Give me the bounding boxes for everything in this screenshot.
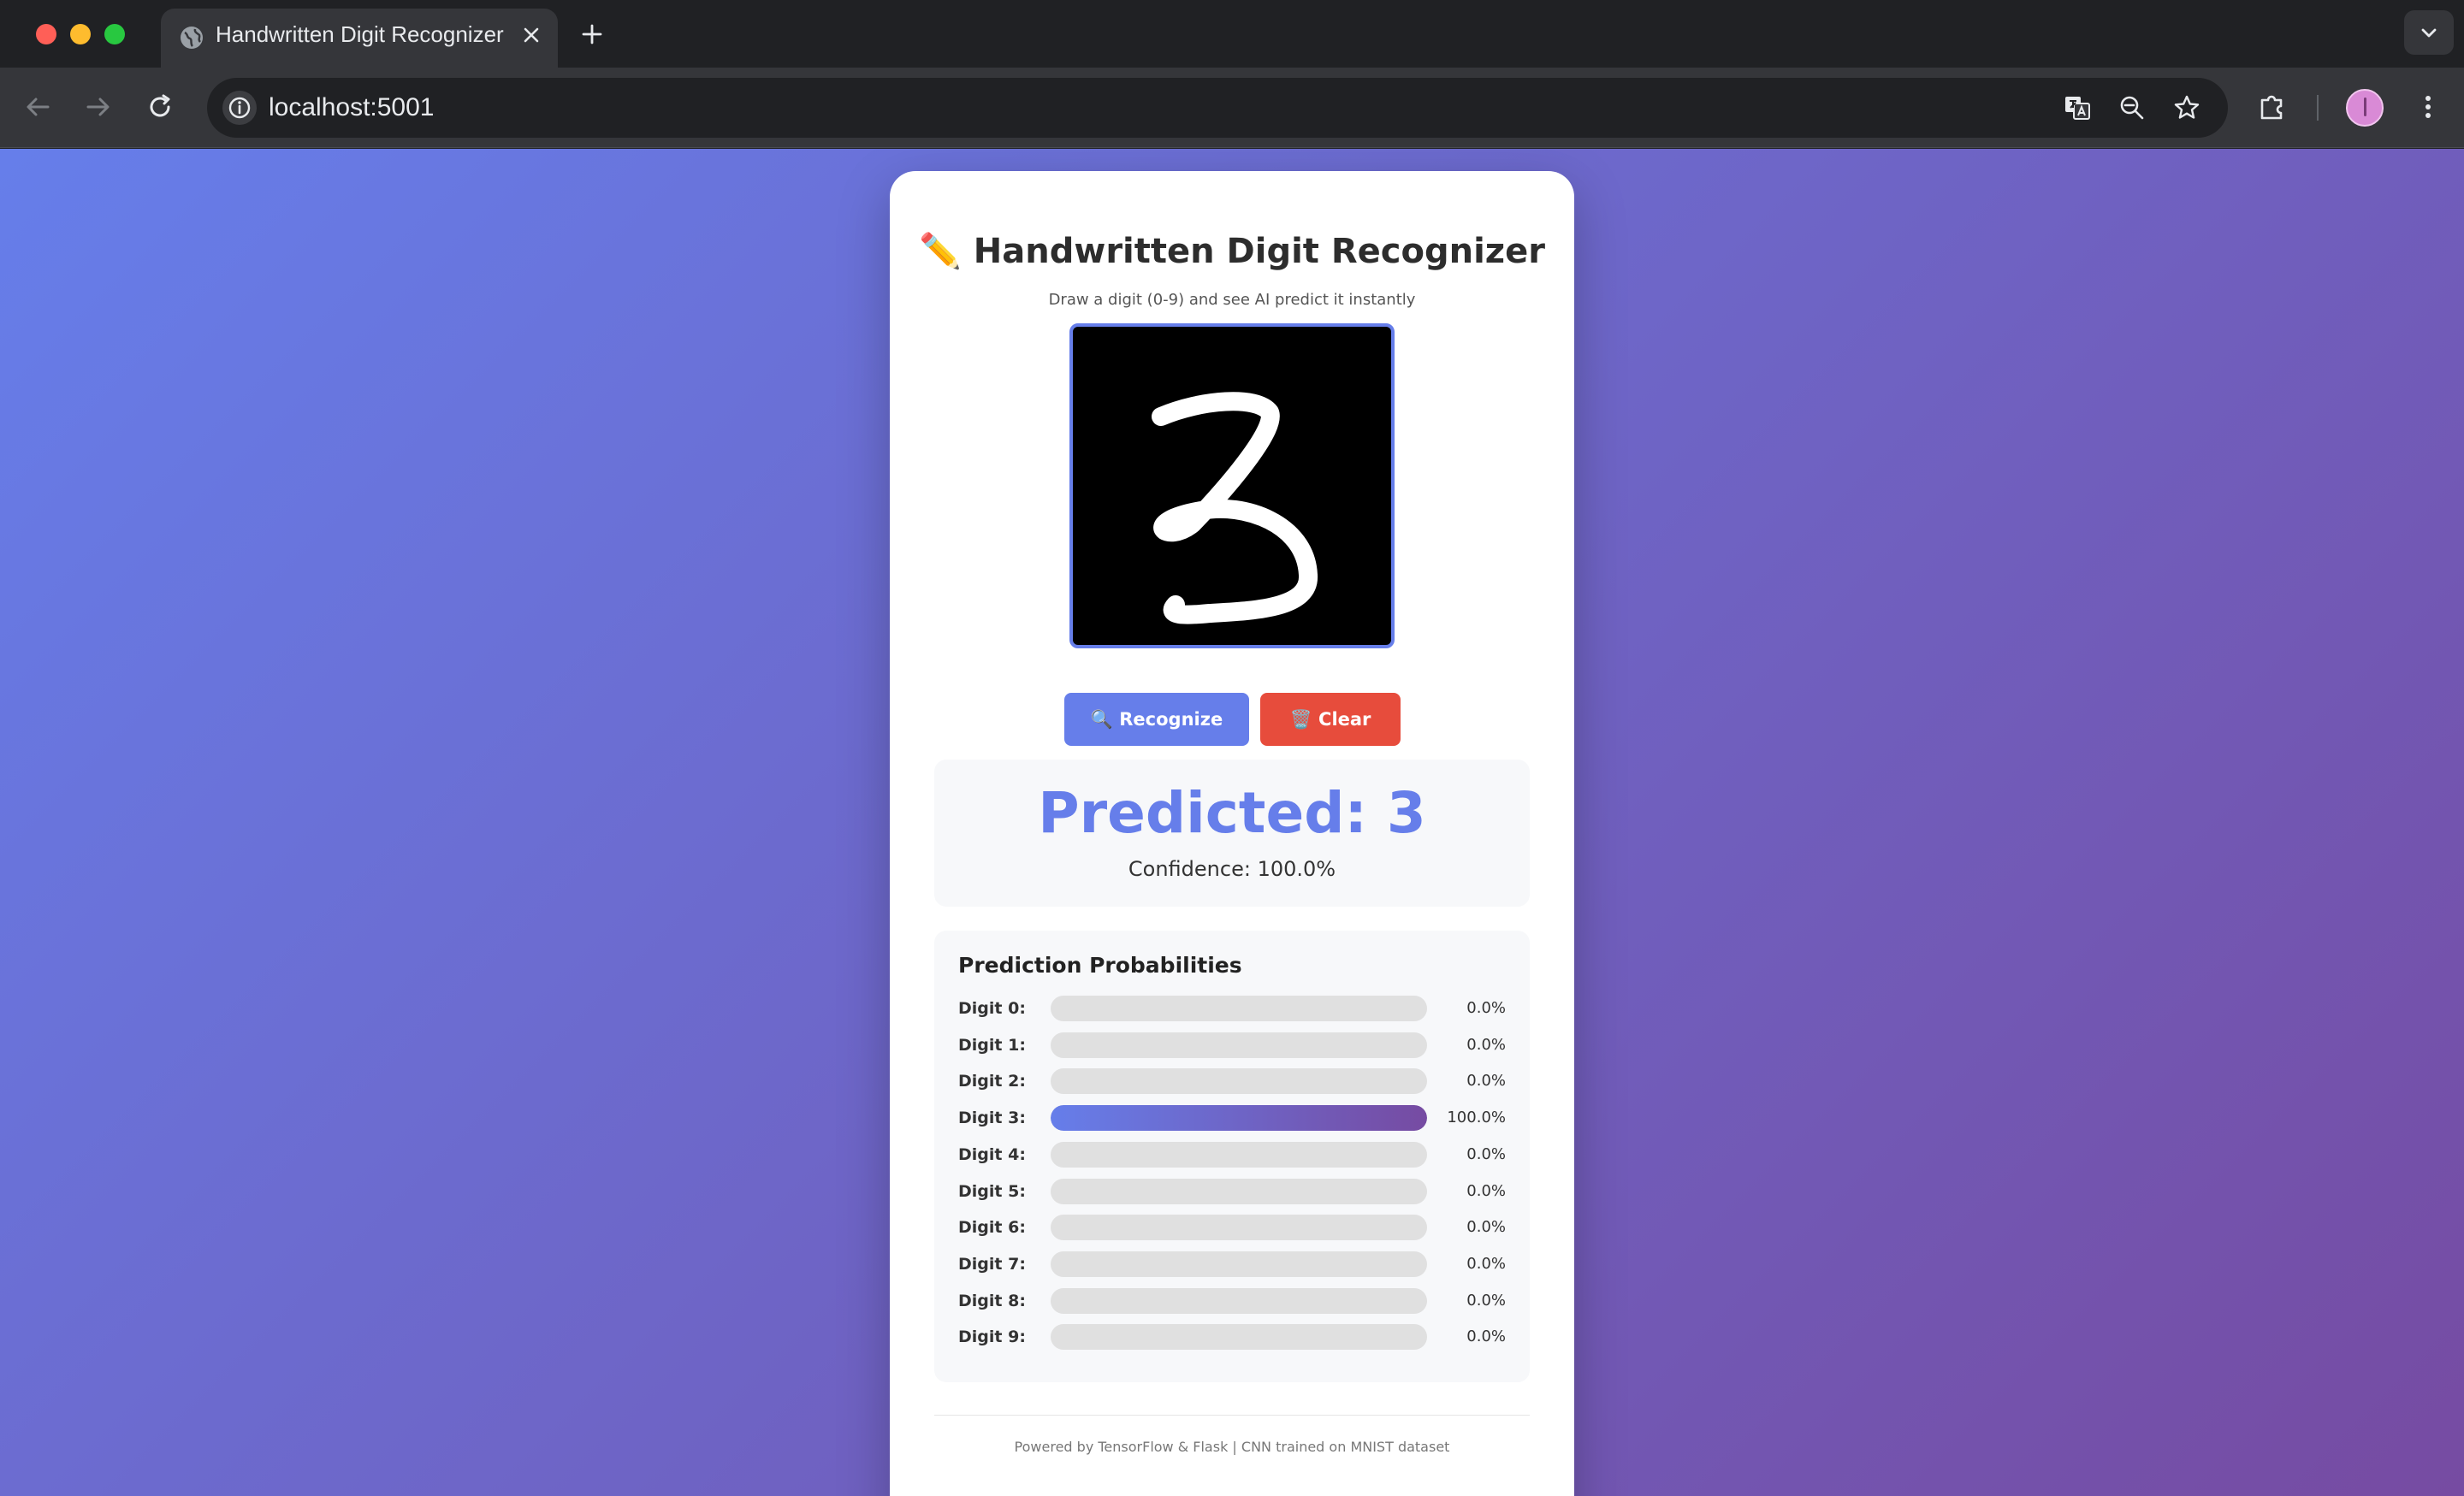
probability-label: Digit 1: [958, 1035, 1026, 1055]
prediction-result: Predicted: 3 Confidence: 100.0% [934, 760, 1530, 907]
close-icon[interactable] [517, 21, 546, 50]
probability-bar [1051, 1251, 1427, 1277]
probability-value: 100.0% [1447, 1109, 1506, 1127]
menu-dots-icon[interactable] [2411, 90, 2445, 124]
probability-label: Digit 5: [958, 1181, 1026, 1201]
probability-value: 0.0% [1466, 999, 1506, 1017]
probability-label: Digit 3: [958, 1109, 1026, 1128]
probability-row: Digit 1: 0.0% [958, 1031, 1506, 1060]
probability-row: Digit 4: 0.0% [958, 1140, 1506, 1169]
tab-title: Handwritten Digit Recognizer [216, 21, 504, 47]
page-viewport: ✏️ Handwritten Digit Recognizer Draw a d… [0, 149, 2464, 1496]
probability-label: Digit 6: [958, 1218, 1026, 1238]
app-card: ✏️ Handwritten Digit Recognizer Draw a d… [890, 171, 1574, 1496]
browser-tab[interactable]: Handwritten Digit Recognizer [161, 9, 558, 68]
profile-avatar[interactable] [2346, 89, 2384, 127]
page-subtitle: Draw a digit (0-9) and see AI predict it… [1048, 291, 1416, 309]
probability-row: Digit 6: 0.0% [958, 1213, 1506, 1242]
star-icon[interactable] [2171, 92, 2202, 123]
translate-icon[interactable] [2062, 92, 2093, 123]
window-close-button[interactable] [36, 24, 56, 44]
probability-value: 0.0% [1466, 1072, 1506, 1091]
probability-value: 0.0% [1466, 1327, 1506, 1346]
footer-text: Powered by TensorFlow & Flask | CNN trai… [1014, 1439, 1450, 1455]
probability-bar [1051, 1178, 1427, 1204]
probability-bar [1051, 1105, 1427, 1132]
clear-button[interactable]: 🗑️ Clear [1260, 693, 1401, 746]
probability-bar [1051, 1032, 1427, 1058]
probability-value: 0.0% [1466, 1035, 1506, 1054]
probability-label: Digit 0: [958, 999, 1026, 1018]
probability-row: Digit 9: 0.0% [958, 1322, 1506, 1351]
probability-label: Digit 8: [958, 1291, 1026, 1310]
footer-divider [934, 1415, 1530, 1416]
toolbar-separator [2317, 95, 2319, 121]
probabilities-title: Prediction Probabilities [958, 953, 1242, 978]
probability-value: 0.0% [1466, 1181, 1506, 1200]
probability-value: 0.0% [1466, 1144, 1506, 1163]
zoom-icon[interactable] [2117, 92, 2147, 123]
probability-bar [1051, 1324, 1427, 1351]
back-arrow-icon[interactable] [21, 90, 55, 124]
window-minimize-button[interactable] [70, 24, 91, 44]
drawn-digit-stroke [1152, 392, 1318, 624]
probability-row: Digit 8: 0.0% [958, 1286, 1506, 1316]
page-title: ✏️ Handwritten Digit Recognizer [919, 232, 1545, 271]
probability-bar [1051, 1141, 1427, 1168]
probability-bar [1051, 996, 1427, 1021]
probability-row: Digit 3: 100.0% [958, 1103, 1506, 1132]
probability-label: Digit 7: [958, 1254, 1026, 1274]
probabilities-panel: Prediction Probabilities Digit 0: 0.0% Dig… [934, 931, 1530, 1382]
probability-label: Digit 2: [958, 1072, 1026, 1091]
probability-row: Digit 5: 0.0% [958, 1177, 1506, 1206]
probability-bar [1051, 1068, 1427, 1095]
plus-icon[interactable] [577, 19, 607, 50]
window-maximize-button[interactable] [104, 24, 125, 44]
probability-value: 0.0% [1466, 1254, 1506, 1273]
recognize-button[interactable]: 🔍 Recognize [1064, 693, 1249, 746]
reload-icon[interactable] [143, 90, 177, 124]
forward-arrow-icon[interactable] [81, 90, 116, 124]
confidence-text: Confidence: 100.0% [1128, 857, 1336, 881]
probability-row: Digit 2: 0.0% [958, 1067, 1506, 1096]
probability-label: Digit 4: [958, 1144, 1026, 1164]
browser-toolbar: localhost:5001 [0, 68, 2464, 148]
extensions-icon[interactable] [2255, 90, 2289, 124]
probability-label: Digit 9: [958, 1327, 1026, 1347]
globe-icon [181, 27, 203, 49]
probability-row: Digit 0: 0.0% [958, 994, 1506, 1023]
probability-bar-fill [1051, 1105, 1427, 1132]
predicted-digit: Predicted: 3 [1038, 780, 1426, 846]
probability-bar [1051, 1215, 1427, 1241]
probability-value: 0.0% [1466, 1291, 1506, 1310]
probability-bar [1051, 1287, 1427, 1314]
drawing-canvas[interactable] [1069, 323, 1395, 648]
url-text[interactable]: localhost:5001 [269, 78, 434, 138]
tab-strip: Handwritten Digit Recognizer [0, 0, 2464, 68]
chevron-down-icon [2421, 28, 2437, 38]
probability-row: Digit 7: 0.0% [958, 1250, 1506, 1279]
info-icon[interactable] [222, 91, 257, 125]
probability-value: 0.0% [1466, 1218, 1506, 1237]
address-bar[interactable]: localhost:5001 [207, 78, 2228, 138]
tab-search-button[interactable] [2404, 10, 2454, 55]
